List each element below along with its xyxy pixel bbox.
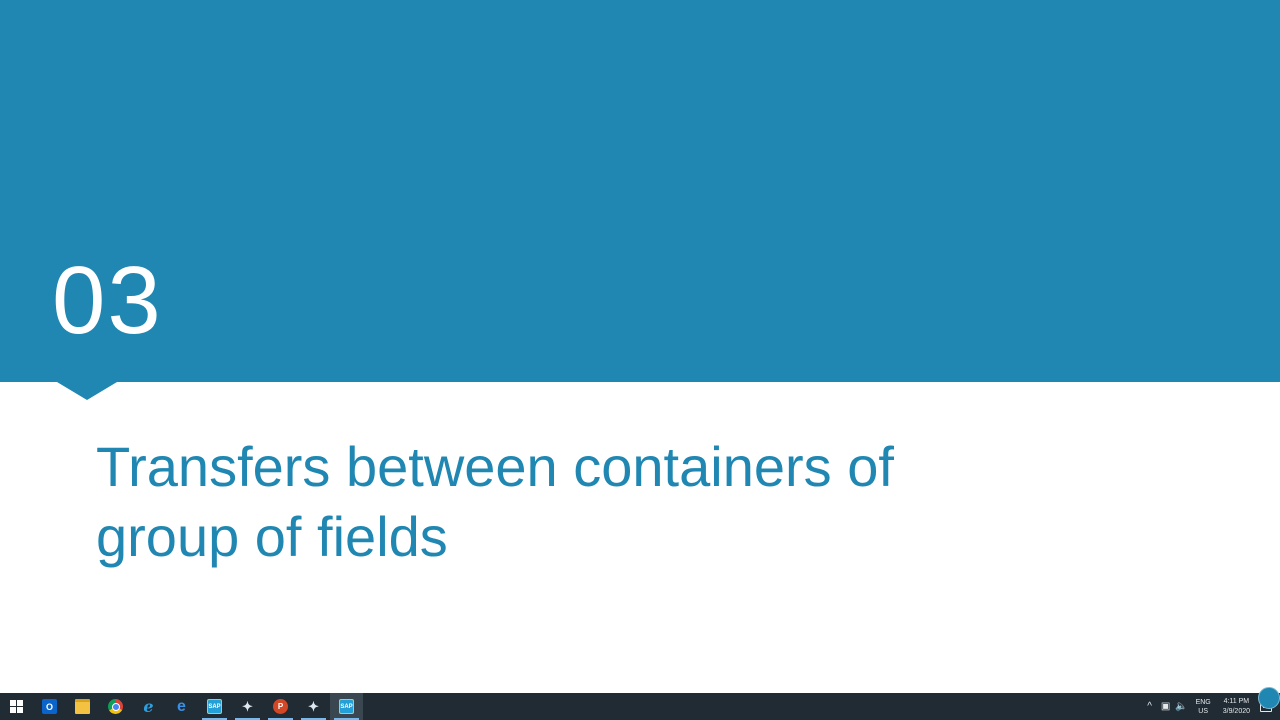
volume-icon[interactable]: 🔈 bbox=[1174, 701, 1190, 712]
slide: 03 Transfers between containers of group… bbox=[0, 0, 1280, 693]
chrome-icon bbox=[108, 699, 123, 714]
input-language-indicator[interactable]: ENG US bbox=[1196, 698, 1211, 716]
banner-pointer-shape bbox=[57, 382, 117, 400]
taskbar-sap-gui-2[interactable]: ✦ bbox=[297, 693, 330, 720]
taskbar-sap-logon[interactable]: SAP bbox=[198, 693, 231, 720]
clock-time: 4:11 PM bbox=[1223, 697, 1250, 705]
show-hidden-icons-chevron-icon[interactable]: ^ bbox=[1142, 701, 1158, 712]
sap-logon-icon: SAP bbox=[207, 699, 222, 714]
edge-icon: e bbox=[177, 697, 186, 715]
internet-explorer-icon: e bbox=[143, 697, 154, 716]
sap-gui-icon: ✦ bbox=[242, 698, 253, 714]
slide-title-line-1: Transfers between containers of bbox=[96, 435, 894, 498]
taskbar-sap-gui[interactable]: ✦ bbox=[231, 693, 264, 720]
recording-indicator-icon bbox=[1258, 687, 1280, 709]
slide-title-line-2: group of fields bbox=[96, 505, 448, 568]
taskbar-sap-logon-2[interactable]: SAP bbox=[330, 693, 363, 720]
taskbar-edge[interactable]: e bbox=[165, 693, 198, 720]
start-button[interactable] bbox=[0, 693, 33, 720]
network-icon[interactable]: ▣ bbox=[1158, 701, 1174, 712]
taskbar-chrome[interactable] bbox=[99, 693, 132, 720]
outlook-icon: O bbox=[42, 699, 57, 714]
sap-gui-icon: ✦ bbox=[308, 698, 319, 714]
slide-header-band: 03 bbox=[0, 0, 1280, 382]
slide-title: Transfers between containers of group of… bbox=[96, 432, 1096, 572]
file-explorer-icon bbox=[75, 699, 90, 714]
clock-date: 3/9/2020 bbox=[1222, 707, 1250, 715]
language-region: US bbox=[1198, 707, 1209, 715]
powerpoint-icon: P bbox=[273, 699, 288, 714]
taskbar-file-explorer[interactable] bbox=[66, 693, 99, 720]
language-code: ENG bbox=[1195, 698, 1211, 706]
taskbar-internet-explorer[interactable]: e bbox=[132, 693, 165, 720]
windows-taskbar: O e e SAP ✦ P ✦ SAP ^ ▣ 🔈 ENG US 4:11 PM… bbox=[0, 693, 1280, 720]
taskbar-apps: O e e SAP ✦ P ✦ SAP bbox=[0, 693, 363, 720]
windows-start-icon bbox=[10, 700, 23, 713]
taskbar-outlook[interactable]: O bbox=[33, 693, 66, 720]
taskbar-clock[interactable]: 4:11 PM 3/9/2020 bbox=[1223, 697, 1250, 717]
sap-logon-icon: SAP bbox=[339, 699, 354, 714]
taskbar-powerpoint[interactable]: P bbox=[264, 693, 297, 720]
section-number: 03 bbox=[52, 247, 163, 354]
